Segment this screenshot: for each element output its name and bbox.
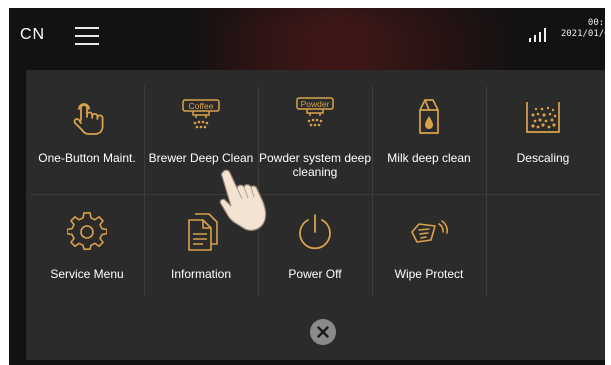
svg-text:Powder: Powder <box>301 99 330 109</box>
clock-time: 00:15 <box>587 18 605 28</box>
powder-system-icon: Powder <box>296 97 334 127</box>
menu-item-label: Wipe Protect <box>394 267 464 281</box>
hand-tap-icon <box>73 103 104 135</box>
pointing-hand-overlay <box>219 169 267 231</box>
gear-icon <box>67 212 107 250</box>
divider <box>30 194 600 195</box>
menu-item-label: Service Menu <box>50 267 124 281</box>
descaling-icon <box>526 102 560 133</box>
menu-item-label: Brewer Deep Clean <box>148 151 254 165</box>
device-screen: CN 00:15 2021/01/01 One-Button Maint. <box>9 8 605 365</box>
menu-item-label: One-Button Maint. <box>38 151 136 165</box>
close-button[interactable] <box>310 319 336 345</box>
close-icon <box>317 326 329 338</box>
power-icon <box>299 214 331 250</box>
maintenance-panel: One-Button Maint. Coffee Brewer Deep Cle… <box>26 70 605 360</box>
menu-item-service-menu[interactable]: Service Menu <box>30 198 144 310</box>
menu-item-label: Powder system deep cleaning <box>258 151 372 179</box>
menu-item-milk-deep-clean[interactable]: Milk deep clean <box>372 82 486 194</box>
wipe-hand-icon <box>411 220 448 243</box>
clock: 00:15 2021/01/01 <box>555 18 605 40</box>
milk-carton-icon <box>419 99 439 134</box>
menu-item-label: Milk deep clean <box>387 151 471 165</box>
coffee-brewer-icon: Coffee <box>182 99 220 129</box>
hamburger-menu-icon[interactable] <box>75 27 99 45</box>
signal-strength-icon <box>529 28 547 42</box>
clock-date: 2021/01/01 <box>560 29 605 39</box>
status-bar: CN 00:15 2021/01/01 <box>9 8 605 62</box>
menu-item-label: Power Off <box>288 267 342 281</box>
menu-item-powder-system-deep-cleaning[interactable]: Powder Powder system deep cleaning <box>258 82 372 194</box>
svg-text:Coffee: Coffee <box>189 101 214 111</box>
menu-item-descaling[interactable]: Descaling <box>486 82 600 194</box>
menu-item-one-button-maint[interactable]: One-Button Maint. <box>30 82 144 194</box>
menu-item-wipe-protect[interactable]: Wipe Protect <box>372 198 486 310</box>
menu-item-power-off[interactable]: Power Off <box>258 198 372 310</box>
menu-item-label: Descaling <box>516 151 570 165</box>
language-toggle[interactable]: CN <box>20 26 45 44</box>
menu-item-label: Information <box>170 267 232 281</box>
